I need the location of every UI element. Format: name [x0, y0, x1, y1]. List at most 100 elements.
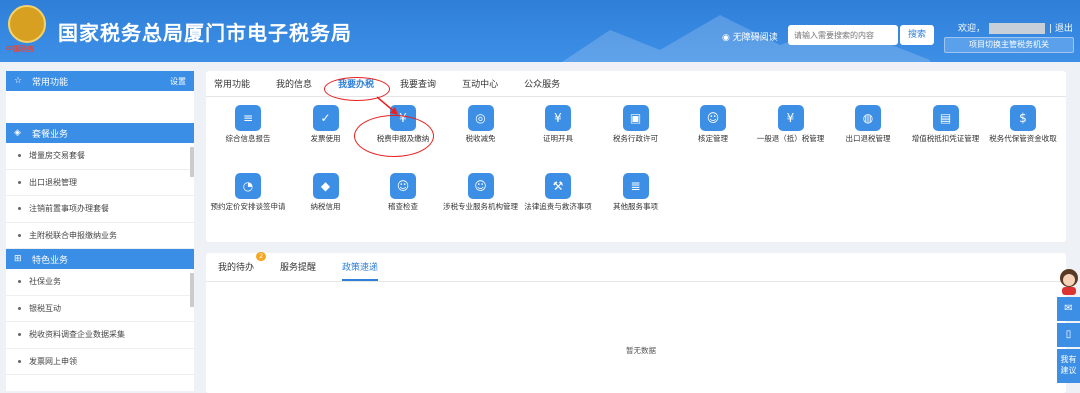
sidebar-item-label: 注销前置事项办理套餐: [29, 204, 109, 214]
sidebar-item-label: 银税互动: [29, 303, 61, 313]
service-label: 纳税信用: [310, 202, 341, 211]
accessibility-link[interactable]: ◉ 无障碍阅读: [722, 30, 778, 43]
service-item[interactable]: ☺ 稽查检查: [363, 173, 443, 212]
bullet-icon: [18, 233, 21, 237]
site-title: 国家税务总局厦门市电子税务局: [58, 21, 352, 45]
service-label: 其他服务事项: [613, 202, 658, 211]
sidebar-item-label: 增量房交易套餐: [29, 151, 85, 161]
bullet-icon: [18, 306, 21, 310]
service-label: 预约定价安排谈签申请: [210, 202, 286, 211]
common-title: 常用功能: [32, 77, 69, 88]
tab-common[interactable]: 常用功能: [214, 77, 250, 90]
common-functions-header: ☆ 常用功能 设置: [6, 71, 194, 91]
sidebar-item[interactable]: 发票网上申领: [6, 349, 194, 375]
sidebar-item[interactable]: 增量房交易套餐: [6, 143, 194, 170]
bullet-icon: [18, 333, 21, 337]
masked-username: [989, 23, 1046, 34]
service-item[interactable]: ⚒ 法律追责与救济事项: [518, 173, 598, 212]
todo-panel: 我的待办 2 服务提醒 政策速递 暂无数据: [206, 252, 1066, 393]
search-input[interactable]: [788, 25, 898, 45]
package-list: 增量房交易套餐 出口退税管理 注销前置事项办理套餐 主附税联合申报缴纳业务: [6, 143, 194, 249]
service-label: 涉税专业服务机构管理: [443, 202, 518, 211]
service-item[interactable]: ¥ 证明开具: [518, 105, 598, 144]
no-data-text: 暂无数据: [626, 346, 656, 355]
inspector-icon: ☺: [390, 173, 416, 199]
service-panel: 常用功能 我的信息 我要办税 我要查询 互动中心 公众服务 ≡ 综合信息报告 ✓ 发票…: [206, 71, 1066, 242]
sidebar-item[interactable]: 社保业务: [6, 269, 194, 296]
search-button[interactable]: 搜索: [900, 25, 934, 45]
annotation-circle-service: [354, 115, 434, 157]
service-item[interactable]: ☺ 涉税专业服务机构管理: [441, 173, 521, 212]
float-toolbar: ✉ ▯ 我有建议: [1057, 297, 1080, 385]
sidebar-item[interactable]: 税收资料调查企业数据采集: [6, 322, 194, 349]
id-card-icon: ▣: [622, 105, 649, 131]
tab-query[interactable]: 我要查询: [400, 77, 436, 90]
service-item[interactable]: ◔ 预约定价安排谈签申请: [208, 173, 288, 212]
sidebar-item[interactable]: 出口退税管理: [6, 170, 194, 196]
setting-link[interactable]: 设置: [170, 76, 186, 87]
sidebar-item[interactable]: 银税互动: [6, 296, 194, 322]
tab-public-service[interactable]: 公众服务: [524, 77, 560, 90]
invoice-icon: ✓: [312, 105, 339, 131]
package-title: 套餐业务: [32, 129, 69, 140]
bullet-icon: [18, 154, 21, 158]
sidebar-item-label: 税收资料调查企业数据采集: [29, 330, 125, 340]
bullet-icon: [18, 207, 21, 211]
tab-my-info[interactable]: 我的信息: [276, 77, 312, 90]
service-label: 稽查检查: [388, 202, 418, 211]
coin-icon: ◎: [467, 105, 494, 131]
user-gear-icon: ☺: [700, 105, 726, 131]
service-label: 核定管理: [698, 134, 728, 143]
service-item[interactable]: ¥ 一般退（抵）税管理: [751, 105, 831, 144]
gavel-icon: ⚒: [545, 173, 571, 199]
todo-count-badge: 2: [256, 252, 267, 261]
feature-scrollbar[interactable]: [190, 273, 194, 307]
feature-list: 社保业务 银税互动 税收资料调查企业数据采集 发票网上申领: [6, 269, 194, 375]
package-header[interactable]: ◈ 套餐业务: [6, 123, 194, 143]
service-item[interactable]: ☺ 核定管理: [673, 105, 753, 144]
sidebar-item[interactable]: 主附税联合申报缴纳业务: [6, 223, 194, 249]
tab-interaction[interactable]: 互动中心: [462, 77, 498, 90]
service-label: 增值税抵扣凭证管理: [911, 134, 980, 143]
service-label: 税收减免: [465, 134, 496, 143]
service-item[interactable]: ▤ 增值税抵扣凭证管理: [906, 105, 986, 144]
service-item[interactable]: ◎ 税收减免: [441, 105, 521, 144]
sidebar-item-label: 发票网上申领: [29, 356, 77, 366]
tab-service-reminder[interactable]: 服务提醒: [280, 260, 316, 281]
service-item[interactable]: ◍ 出口退税管理: [828, 105, 908, 144]
sidebar-item[interactable]: 注销前置事项办理套餐: [6, 196, 194, 223]
feedback-button[interactable]: 我有建议: [1057, 349, 1080, 383]
tab-my-todo[interactable]: 我的待办 2: [218, 252, 267, 281]
feature-title: 特色业务: [32, 255, 69, 266]
bullet-icon: [18, 180, 21, 184]
service-item[interactable]: ▣ 税务行政许可: [596, 105, 676, 144]
bottom-tabs: 我的待办 2 服务提醒 政策速递: [206, 252, 1066, 282]
service-item[interactable]: ◆ 纳税信用: [286, 173, 366, 212]
service-item[interactable]: $ 税务代保管资金收取: [983, 105, 1063, 144]
switch-authority-button[interactable]: 项目切换主管税务机关: [944, 37, 1074, 53]
document-icon: ≣: [622, 173, 649, 199]
tab-policy-express[interactable]: 政策速递: [342, 260, 379, 281]
agent-icon: ☺: [467, 173, 494, 199]
accessibility-label: 无障碍阅读: [732, 33, 778, 43]
welcome-text: 欢迎， | 退出: [958, 23, 1073, 34]
package-scrollbar[interactable]: [190, 147, 194, 177]
refund-icon: ¥: [777, 105, 804, 131]
message-icon[interactable]: ✉: [1057, 297, 1080, 321]
logout-link[interactable]: 退出: [1055, 24, 1073, 34]
sidebar-item-label: 主附税联合申报缴纳业务: [29, 230, 117, 240]
sidebar-item-label: 社保业务: [29, 277, 61, 287]
certificate-icon: ¥: [545, 105, 571, 131]
service-label: 出口退税管理: [845, 134, 891, 143]
feature-header[interactable]: ⊞ 特色业务: [6, 249, 194, 269]
annotation-arrow-icon: [376, 96, 398, 115]
service-label: 税务代保管资金收取: [989, 134, 1057, 143]
service-item[interactable]: ≡ 综合信息报告: [208, 105, 288, 144]
assistant-avatar-icon[interactable]: [1058, 268, 1080, 295]
notebook-icon[interactable]: ▯: [1057, 323, 1080, 347]
service-label: 证明开具: [543, 134, 573, 143]
welcome-label: 欢迎，: [958, 24, 986, 34]
star-icon: ☆: [14, 76, 23, 86]
service-item[interactable]: ≣ 其他服务事项: [596, 173, 676, 212]
bullet-icon: [18, 359, 21, 363]
